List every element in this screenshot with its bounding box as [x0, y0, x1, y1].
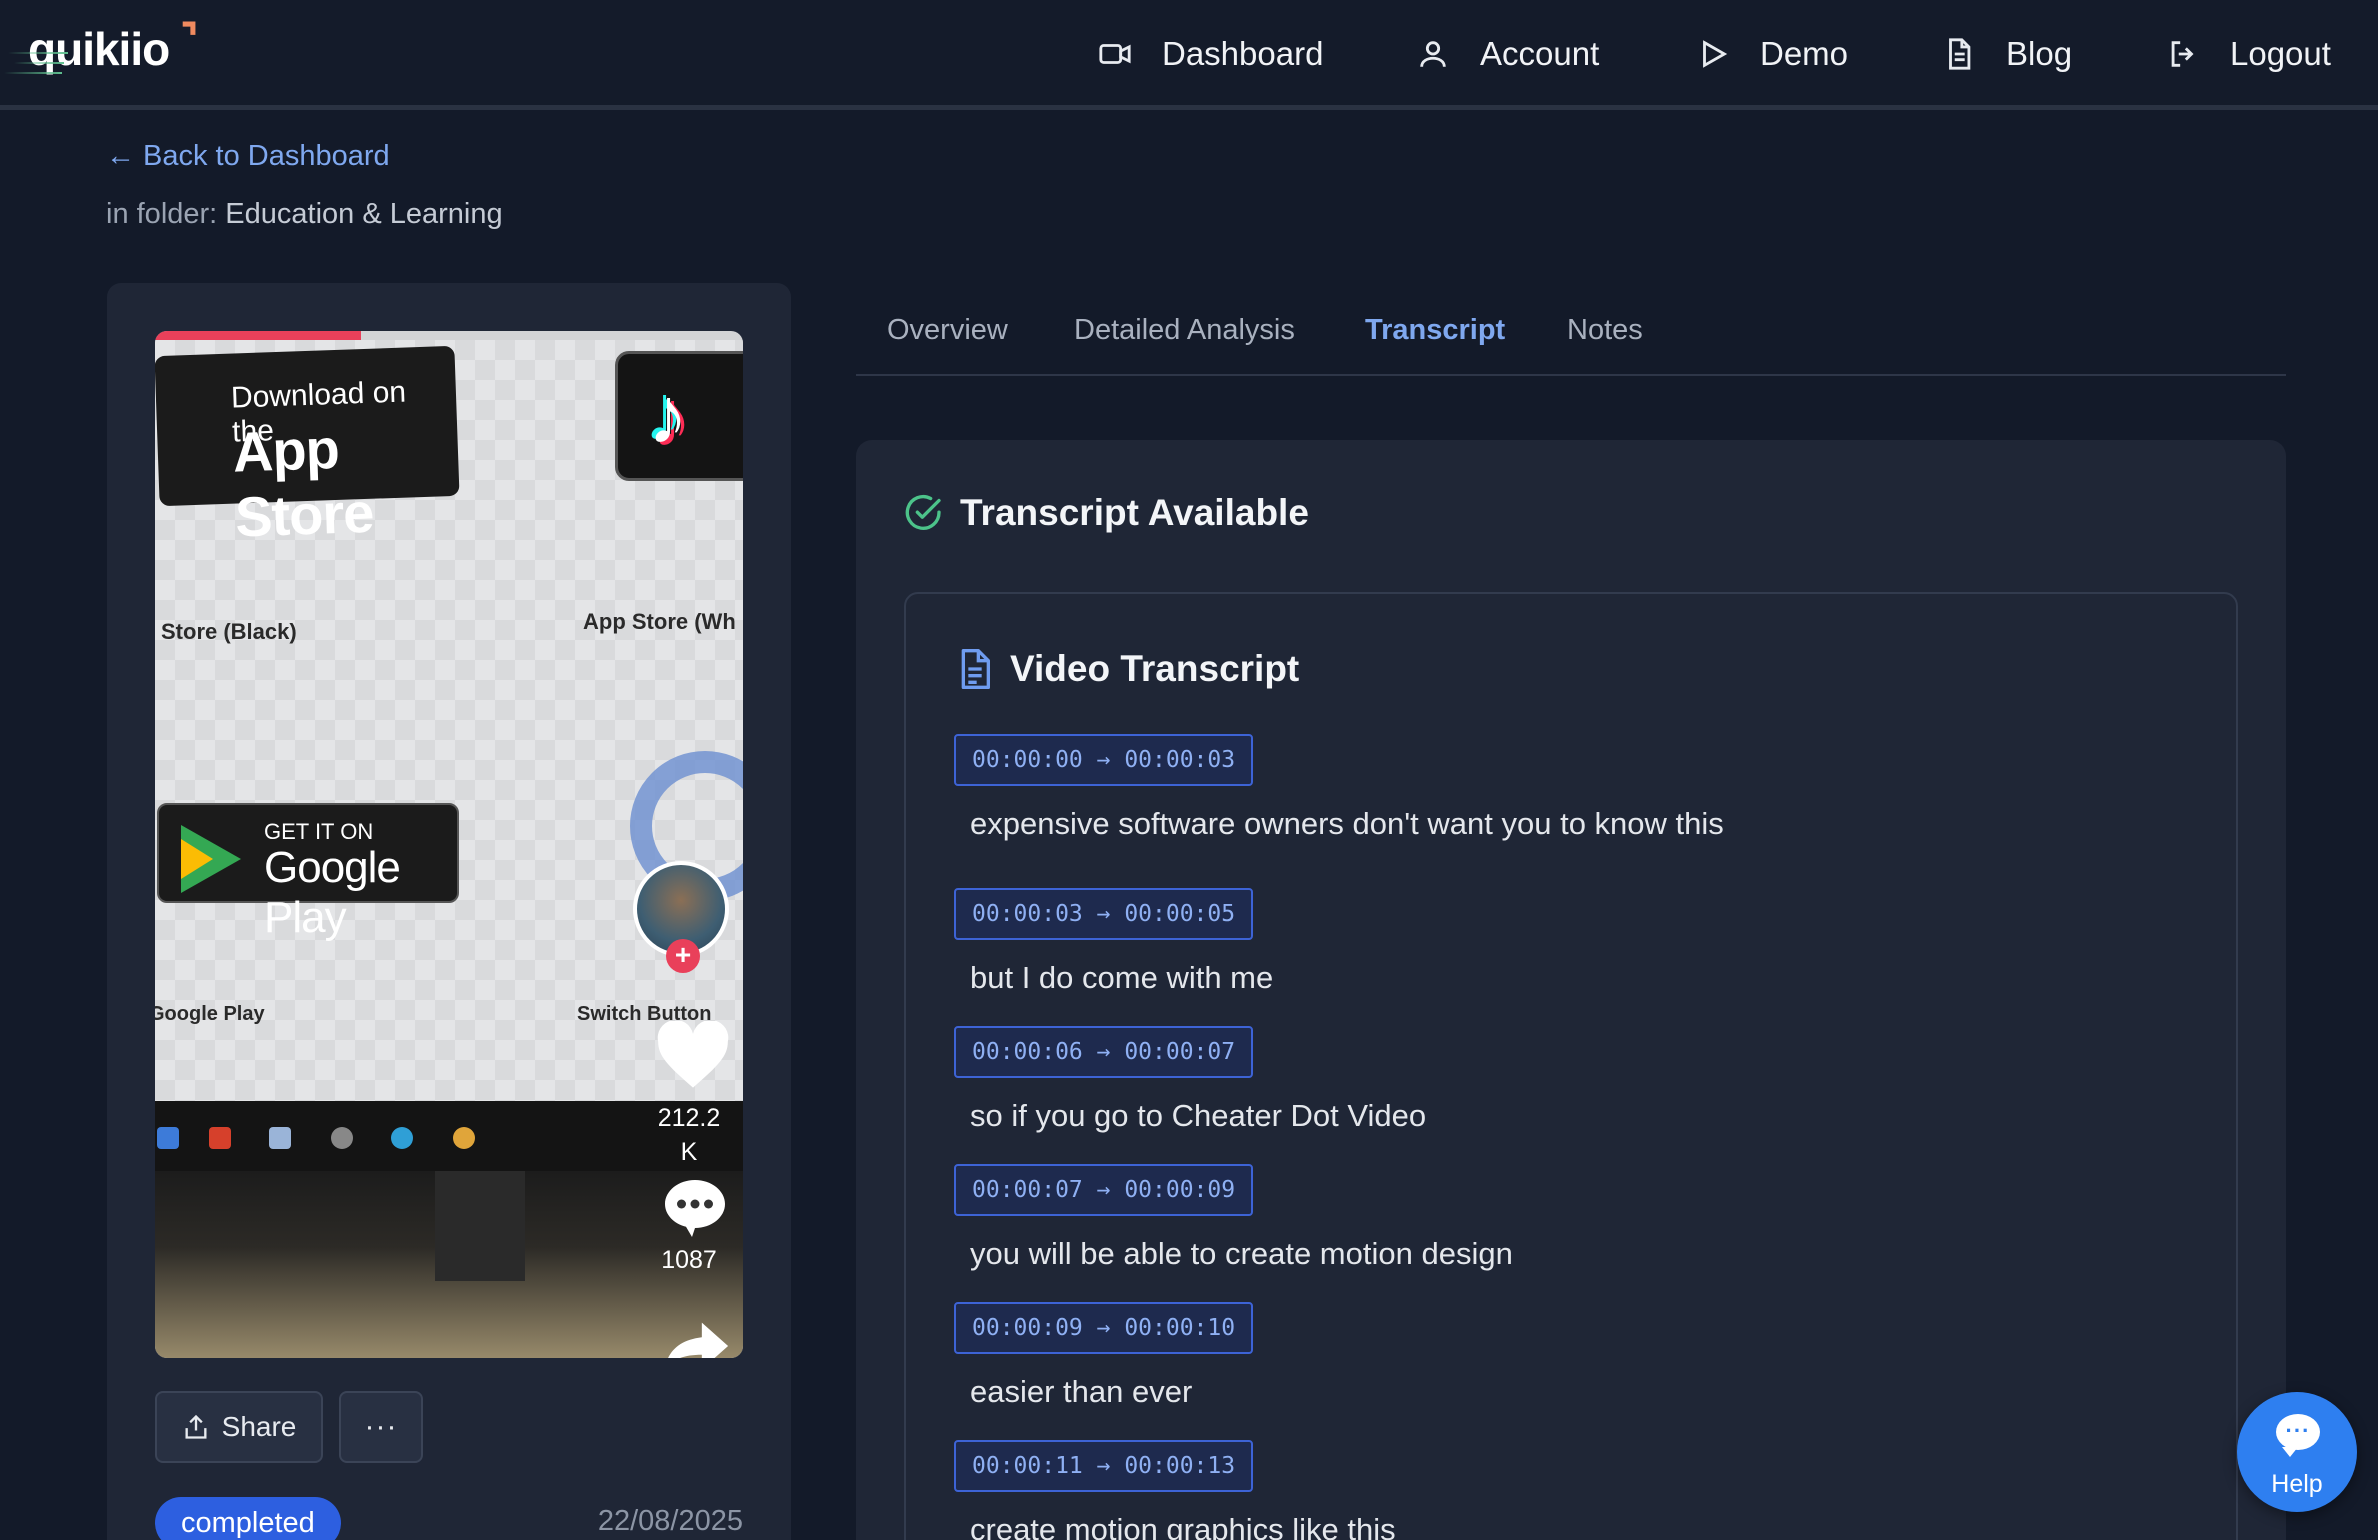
video-transcript-title: Video Transcript	[1010, 648, 1300, 689]
screen-label: Store (Black)	[161, 619, 297, 644]
video-camera-icon	[1099, 44, 1131, 64]
tab-overview[interactable]: Overview	[887, 314, 1008, 347]
ellipsis-icon: ···	[364, 1410, 398, 1443]
more-options-button[interactable]: ···	[339, 1391, 423, 1463]
google-play-badge-image: GET IT ON Google Play	[157, 803, 459, 942]
folder-name: Education & Learning	[225, 198, 503, 230]
segment-timestamp[interactable]: 00:00:00 → 00:00:03	[954, 734, 1254, 786]
video-date: 22/08/2025	[597, 1505, 743, 1537]
back-to-dashboard-link[interactable]: ← Back to Dashboard	[106, 140, 390, 173]
segment-text: you will be able to create motion design	[970, 1236, 1513, 1271]
segment-timestamp[interactable]: 00:00:03 → 00:00:05	[954, 888, 1254, 940]
video-player[interactable]: Download on the App Store ♪ Store (Black…	[155, 331, 743, 1358]
video-progress-bar[interactable]	[155, 331, 361, 340]
like-count: 212.2 K	[657, 1104, 721, 1166]
comment-count: 1087	[661, 1246, 717, 1274]
gplay-big-text: Google Play	[264, 843, 401, 942]
transcript-status-header: Transcript Available	[904, 492, 1309, 534]
transcript-status-title: Transcript Available	[960, 492, 1309, 533]
share-arrow-icon[interactable]	[661, 1316, 731, 1358]
logo-speed-line	[4, 72, 62, 74]
tab-transcript[interactable]: Transcript	[1365, 314, 1505, 347]
detail-tabs: Overview Detailed Analysis Transcript No…	[856, 300, 2286, 376]
document-icon	[1949, 38, 1971, 70]
video-transcript-header: Video Transcript	[958, 648, 1299, 690]
upload-share-icon	[185, 1414, 207, 1439]
status-badge: completed	[155, 1497, 341, 1540]
help-label: Help	[2271, 1470, 2323, 1498]
video-monitor-stand	[435, 1171, 525, 1281]
logo-arrow-icon: ⌝	[180, 17, 199, 61]
segment-text: easier than ever	[970, 1374, 1193, 1409]
taskbar-app-icon	[269, 1127, 291, 1149]
nav-dashboard-label: Dashboard	[1162, 35, 1324, 72]
arrow-left-icon: ←	[106, 140, 135, 172]
nav-demo[interactable]: Demo	[1696, 28, 1848, 80]
segment-timestamp[interactable]: 00:00:07 → 00:00:09	[954, 1164, 1254, 1216]
taskbar-app-icon	[391, 1127, 413, 1149]
app-store-badge-image: Download on the App Store	[155, 345, 460, 549]
tab-notes[interactable]: Notes	[1567, 314, 1643, 347]
taskbar-app-icon	[209, 1127, 231, 1149]
gplay-small-text: GET IT ON	[264, 819, 374, 844]
video-card: Download on the App Store ♪ Store (Black…	[107, 283, 791, 1540]
segment-timestamp[interactable]: 00:00:06 → 00:00:07	[954, 1026, 1254, 1078]
heart-icon[interactable]	[655, 1021, 731, 1091]
nav-blog[interactable]: Blog	[1942, 28, 2072, 80]
nav-logout-label: Logout	[2230, 35, 2331, 72]
appstore-big-text: App Store	[231, 416, 375, 549]
logo-speed-line	[8, 52, 68, 54]
segment-timestamp[interactable]: 00:00:11 → 00:00:13	[954, 1440, 1254, 1492]
share-button-label: Share	[221, 1411, 297, 1442]
folder-prefix: in folder:	[106, 198, 218, 230]
segment-text: but I do come with me	[970, 960, 1274, 995]
screen-label: App Store (Wh	[583, 609, 736, 634]
play-icon	[1703, 40, 1728, 68]
taskbar-app-icon	[157, 1127, 179, 1149]
tab-detailed-analysis[interactable]: Detailed Analysis	[1074, 314, 1295, 347]
logout-icon	[2171, 41, 2194, 67]
google-play-logo-icon	[181, 839, 213, 879]
tiktok-note-icon: ♪	[648, 371, 688, 460]
segment-text: create motion graphics like this	[970, 1512, 1396, 1540]
nav-dashboard[interactable]: Dashboard	[1098, 28, 1323, 80]
segment-text: expensive software owners don't want you…	[970, 806, 1724, 841]
chat-dots-icon: ···	[2285, 1418, 2311, 1443]
logo-text: quikiio	[28, 23, 170, 75]
nav-account[interactable]: Account	[1416, 28, 1599, 80]
comment-icon[interactable]	[659, 1171, 731, 1243]
taskbar-app-icon	[453, 1127, 475, 1149]
segment-text: so if you go to Cheater Dot Video	[970, 1098, 1427, 1133]
share-button[interactable]: Share	[155, 1391, 323, 1463]
follow-plus-icon[interactable]: +	[666, 939, 700, 973]
taskbar-app-icon	[331, 1127, 353, 1149]
nav-logout[interactable]: Logout	[2166, 28, 2331, 80]
folder-info: in folder: Education & Learning	[106, 198, 503, 231]
segment-timestamp[interactable]: 00:00:09 → 00:00:10	[954, 1302, 1254, 1354]
top-navbar: quikiio ⌝ Dashboard Account Demo Blog Lo…	[0, 0, 2378, 110]
tiktok-logo-icon: ♪	[615, 351, 743, 481]
nav-account-label: Account	[1480, 35, 1600, 72]
back-to-dashboard-label: Back to Dashboard	[143, 140, 390, 172]
user-icon	[1420, 41, 1446, 67]
help-button[interactable]: ··· Help	[2237, 1392, 2357, 1512]
check-circle-icon	[905, 494, 941, 530]
document-text-icon	[961, 649, 990, 689]
screen-label: Google Play	[155, 1003, 265, 1025]
quikiio-logo[interactable]: quikiio ⌝	[4, 17, 199, 82]
nav-blog-label: Blog	[2006, 35, 2073, 72]
nav-demo-label: Demo	[1760, 35, 1849, 72]
video-transcript-box: Video Transcript 00:00:00 → 00:00:03 exp…	[904, 592, 2238, 1540]
transcript-panel: Transcript Available Video Transcript 00…	[856, 440, 2286, 1540]
logo-speed-line	[14, 62, 64, 64]
